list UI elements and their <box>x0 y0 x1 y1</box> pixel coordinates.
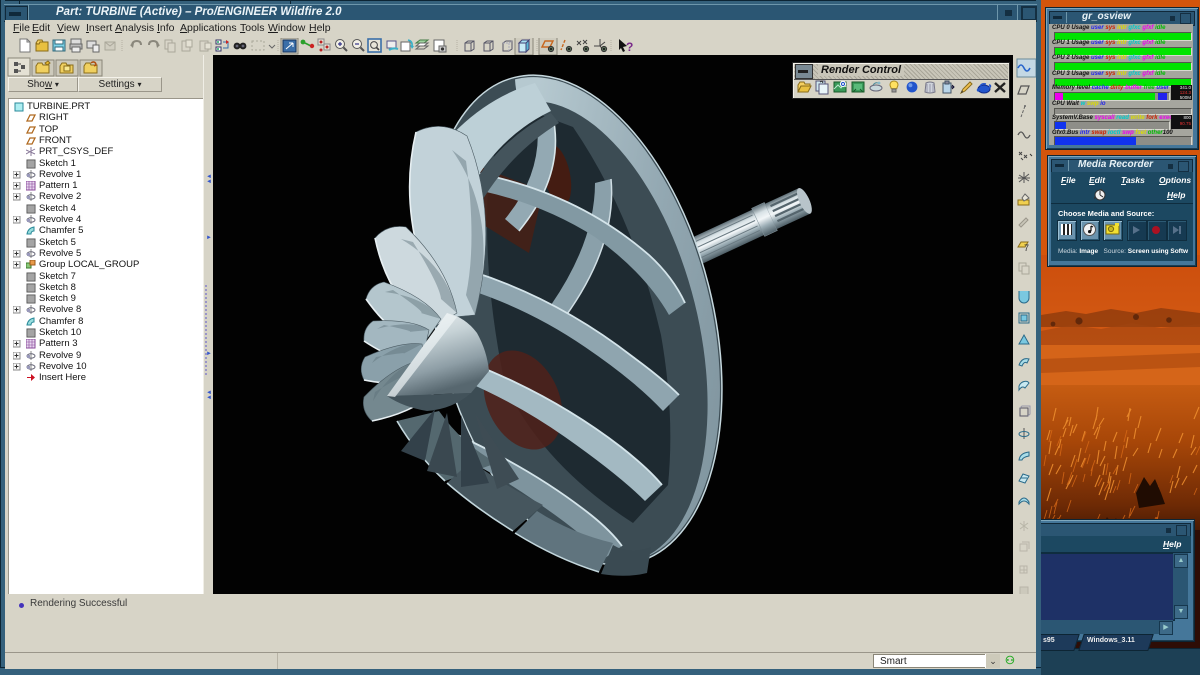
svg-text:7: 7 <box>1024 243 1029 253</box>
svg-text:?: ? <box>626 40 633 54</box>
